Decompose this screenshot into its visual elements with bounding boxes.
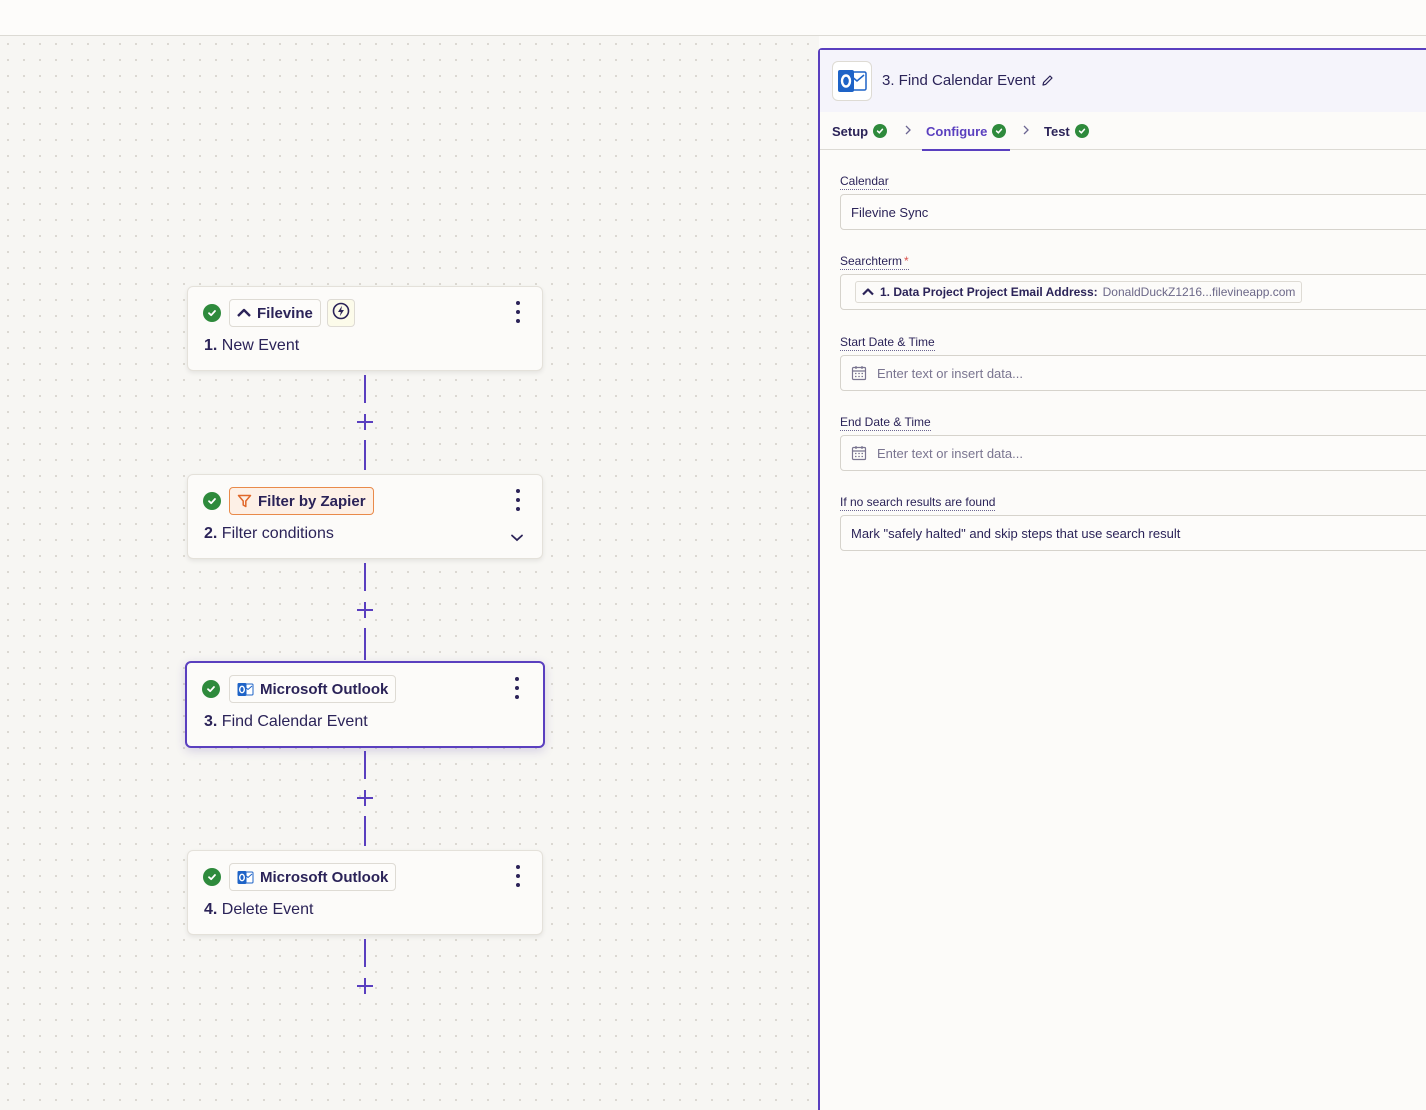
- top-bar: [0, 0, 1426, 36]
- outlook-logo-icon: [237, 682, 254, 697]
- searchterm-label: Searchterm *: [840, 254, 909, 270]
- app-chip-filevine[interactable]: Filevine: [229, 299, 321, 327]
- step-title: 4. Delete Event: [204, 901, 314, 918]
- start-date-label: Start Date & Time: [840, 335, 935, 351]
- filevine-logo-icon: [862, 287, 874, 297]
- add-step-button[interactable]: [355, 788, 375, 808]
- step-menu-button[interactable]: [511, 677, 523, 699]
- success-check-icon: [873, 124, 888, 138]
- success-check-icon: [992, 124, 1007, 138]
- add-step-button[interactable]: [355, 600, 375, 620]
- no-results-select[interactable]: Mark "safely halted" and skip steps that…: [840, 515, 1426, 551]
- step-card-2[interactable]: Filter by Zapier 2. Filter conditions: [187, 474, 543, 559]
- step-card-1[interactable]: Filevine 1. New Event: [187, 286, 543, 371]
- panel-header: 3. Find Calendar Event: [820, 50, 1426, 112]
- plus-icon: [357, 414, 373, 430]
- lightning-icon: [332, 302, 350, 325]
- app-chip-label: Microsoft Outlook: [260, 868, 389, 886]
- calendar-label: Calendar: [840, 174, 889, 190]
- connector-line: [364, 939, 366, 967]
- calendar-select[interactable]: Filevine Sync: [840, 194, 1426, 230]
- plus-icon: [357, 978, 373, 994]
- connector-line: [364, 751, 366, 779]
- chevron-down-icon[interactable]: [510, 530, 524, 548]
- end-date-label: End Date & Time: [840, 415, 931, 431]
- app-chip-label: Microsoft Outlook: [260, 680, 389, 698]
- calendar-icon: [851, 445, 867, 461]
- pencil-edit-icon[interactable]: [1041, 74, 1054, 87]
- instant-trigger-badge: [327, 299, 355, 327]
- filevine-logo-icon: [237, 307, 251, 319]
- connector-line: [364, 628, 366, 660]
- plus-icon: [357, 790, 373, 806]
- outlook-logo-icon: [237, 870, 254, 885]
- success-check-icon: [202, 680, 220, 698]
- step-card-3[interactable]: Microsoft Outlook 3. Find Calendar Event: [185, 661, 545, 748]
- app-chip-label: Filter by Zapier: [258, 492, 366, 510]
- add-step-button[interactable]: [355, 412, 375, 432]
- data-mapping-pill[interactable]: 1. Data Project Project Email Address: D…: [855, 281, 1303, 303]
- step-tabs: Setup Configure Test: [820, 112, 1426, 151]
- chevron-right-icon: [904, 124, 912, 136]
- step-title: 3. Find Calendar Event: [204, 713, 368, 730]
- connector-line: [364, 375, 366, 403]
- calendar-icon: [851, 365, 867, 381]
- searchterm-input[interactable]: 1. Data Project Project Email Address: D…: [840, 274, 1426, 310]
- filter-icon: [237, 494, 252, 508]
- app-chip-filter[interactable]: Filter by Zapier: [229, 487, 374, 515]
- required-asterisk: *: [904, 254, 909, 268]
- step-title: 1. New Event: [204, 337, 300, 354]
- tab-setup[interactable]: Setup: [832, 112, 888, 150]
- step-menu-button[interactable]: [512, 489, 524, 511]
- step-menu-button[interactable]: [512, 865, 524, 887]
- step-card-4[interactable]: Microsoft Outlook 4. Delete Event: [187, 850, 543, 935]
- tab-configure[interactable]: Configure: [921, 112, 1011, 151]
- success-check-icon: [203, 492, 221, 510]
- tab-test[interactable]: Test: [1044, 112, 1089, 150]
- app-chip-outlook[interactable]: Microsoft Outlook: [229, 675, 397, 703]
- plus-icon: [357, 602, 373, 618]
- no-results-label: If no search results are found: [840, 495, 996, 511]
- success-check-icon: [203, 868, 221, 886]
- app-chip-outlook[interactable]: Microsoft Outlook: [229, 863, 397, 891]
- chevron-right-icon: [1022, 124, 1030, 136]
- step-title: 2. Filter conditions: [204, 525, 334, 542]
- outlook-logo-icon: [832, 61, 872, 101]
- connector-line: [364, 440, 366, 470]
- step-menu-button[interactable]: [512, 301, 524, 323]
- start-date-input[interactable]: Enter text or insert data...: [840, 355, 1426, 391]
- zap-editor-canvas: [0, 36, 819, 1110]
- add-step-button[interactable]: [355, 976, 375, 996]
- panel-title[interactable]: 3. Find Calendar Event: [882, 72, 1054, 89]
- end-date-input[interactable]: Enter text or insert data...: [840, 435, 1426, 471]
- success-check-icon: [1074, 124, 1089, 138]
- connector-line: [364, 563, 366, 591]
- app-chip-label: Filevine: [257, 304, 313, 322]
- step-config-panel: 3. Find Calendar Event Setup Configure T…: [818, 48, 1426, 1110]
- connector-line: [364, 816, 366, 846]
- success-check-icon: [203, 304, 221, 322]
